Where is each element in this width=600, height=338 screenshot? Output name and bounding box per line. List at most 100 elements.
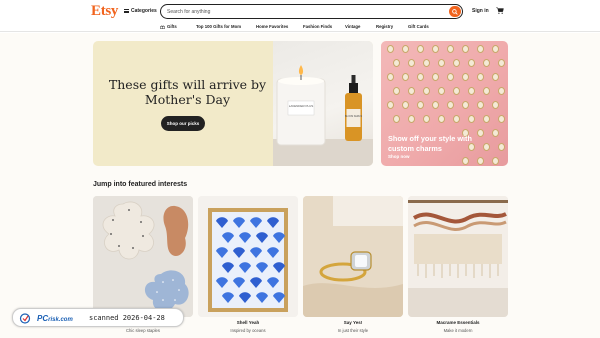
nav-item-gifts[interactable]: Gifts <box>160 24 177 29</box>
card-subtitle: Inspired by oceans <box>230 328 266 333</box>
charm-pendant <box>483 115 490 123</box>
search-bar <box>160 4 463 19</box>
shop-now-link[interactable]: Shop now <box>388 154 410 159</box>
serum-label: BLOOM SERUM <box>345 116 362 118</box>
categories-label: Categories <box>131 8 157 14</box>
charm-pendant <box>492 73 499 81</box>
charm-pendant <box>498 59 505 67</box>
search-button[interactable] <box>449 6 461 17</box>
charm-pendant <box>483 59 490 67</box>
charm-pendant <box>477 157 484 165</box>
charm-pendant <box>432 73 439 81</box>
charm-pendant <box>462 101 469 109</box>
charm-pendant <box>468 59 475 67</box>
pcrisk-brand: PCrisk.com <box>37 314 73 323</box>
charm-pendant <box>453 59 460 67</box>
search-input[interactable] <box>167 7 437 16</box>
charm-pendant <box>483 87 490 95</box>
shell-art-illustration <box>198 196 298 317</box>
charm-pendant <box>498 115 505 123</box>
featured-card-shell-yeah[interactable]: Shell Yeah Inspired by oceans <box>198 196 298 333</box>
charm-pendant <box>432 45 439 53</box>
pcrisk-brand-main: PC <box>37 314 49 323</box>
charm-pendant <box>423 115 430 123</box>
nav-item-registry[interactable]: Registry <box>376 24 393 29</box>
charm-pendant <box>408 115 415 123</box>
nav-item-home-favorites[interactable]: Home Favorites <box>256 24 288 29</box>
charms-promo-text: Show off your style with custom charms <box>388 134 472 153</box>
featured-section-title: Jump into featured interests <box>93 181 188 188</box>
menu-icon <box>124 9 129 13</box>
charm-pendant <box>447 101 454 109</box>
category-nav: Gifts Top 100 Gifts for Mom Home Favorit… <box>0 22 600 32</box>
charm-pendant <box>402 45 409 53</box>
charms-promo[interactable]: Show off your style with custom charms S… <box>381 41 508 166</box>
charm-pendant <box>393 59 400 67</box>
pcrisk-brand-suffix: risk.com <box>48 317 73 323</box>
header: Etsy Categories Sign in <box>0 0 600 22</box>
candle-label: LAVENDER PLUS <box>289 104 314 108</box>
charm-pendant <box>387 101 394 109</box>
hero-banner[interactable]: These gifts will arrive by Mother's Day … <box>93 41 373 166</box>
charm-pendant <box>498 87 505 95</box>
charm-pendant <box>417 45 424 53</box>
nav-item-gift-cards[interactable]: Gift Cards <box>408 24 429 29</box>
featured-card-macrame-essentials[interactable]: Macrame Essentials Make it modern <box>408 196 508 333</box>
charm-pendant <box>423 59 430 67</box>
charm-pendant <box>453 87 460 95</box>
charm-pendant <box>402 101 409 109</box>
featured-card-stay-in-bed[interactable]: Stay in bed Chic sleep staples <box>93 196 193 333</box>
categories-button[interactable]: Categories <box>124 8 157 14</box>
scan-date: scanned 2026-04-28 <box>89 314 165 322</box>
charm-pendant <box>438 87 445 95</box>
nav-item-label: Gifts <box>167 24 177 29</box>
nav-item-fashion-finds[interactable]: Fashion Finds <box>303 24 332 29</box>
charm-pendant <box>447 45 454 53</box>
charm-pendant <box>477 73 484 81</box>
charm-pendant <box>393 115 400 123</box>
card-image <box>408 196 508 317</box>
featured-card-say-yes[interactable]: Say Yes! In just their style <box>303 196 403 333</box>
charm-pendant <box>453 115 460 123</box>
charm-pendant <box>423 87 430 95</box>
charm-pendant <box>477 45 484 53</box>
card-subtitle: Make it modern <box>443 328 473 333</box>
clock-illustration <box>93 196 193 317</box>
charm-pendant <box>408 87 415 95</box>
card-title: Macrame Essentials <box>436 320 480 325</box>
search-icon <box>452 8 458 15</box>
charm-pendant <box>432 101 439 109</box>
card-image <box>303 196 403 317</box>
pcrisk-logo-icon <box>19 313 31 324</box>
nav-item-top-100[interactable]: Top 100 Gifts for Mom <box>196 24 241 29</box>
nav-item-vintage[interactable]: Vintage <box>345 24 360 29</box>
charm-pendant <box>393 87 400 95</box>
ring-illustration <box>303 196 403 317</box>
charm-pendant <box>387 45 394 53</box>
charm-pendant <box>438 115 445 123</box>
hero-product-image: LAVENDER PLUS BLOOM SERUM <box>273 41 373 166</box>
charm-pendant <box>462 157 469 165</box>
charm-pendant <box>477 101 484 109</box>
macrame-illustration <box>408 196 508 317</box>
card-image <box>198 196 298 317</box>
charm-pendant <box>468 115 475 123</box>
charm-pendant <box>402 73 409 81</box>
charm-pendant <box>417 101 424 109</box>
shop-our-picks-button[interactable]: Shop our picks <box>161 116 205 131</box>
charm-pendant <box>492 101 499 109</box>
cart-icon[interactable] <box>496 7 504 14</box>
charm-pendant <box>492 129 499 137</box>
etsy-logo[interactable]: Etsy <box>91 3 118 20</box>
charm-pendant <box>417 73 424 81</box>
candle-and-serum-illustration: LAVENDER PLUS BLOOM SERUM <box>273 65 373 166</box>
card-subtitle: In just their style <box>337 328 369 333</box>
charm-pendant <box>498 143 505 151</box>
charm-pendant <box>447 73 454 81</box>
gift-icon <box>160 24 165 29</box>
sign-in-link[interactable]: Sign in <box>472 8 489 14</box>
scan-watermark: PCrisk.com scanned 2026-04-28 <box>12 308 184 327</box>
card-title: Say Yes! <box>343 320 363 325</box>
card-subtitle: Chic sleep staples <box>126 328 160 333</box>
charm-pendant <box>387 73 394 81</box>
